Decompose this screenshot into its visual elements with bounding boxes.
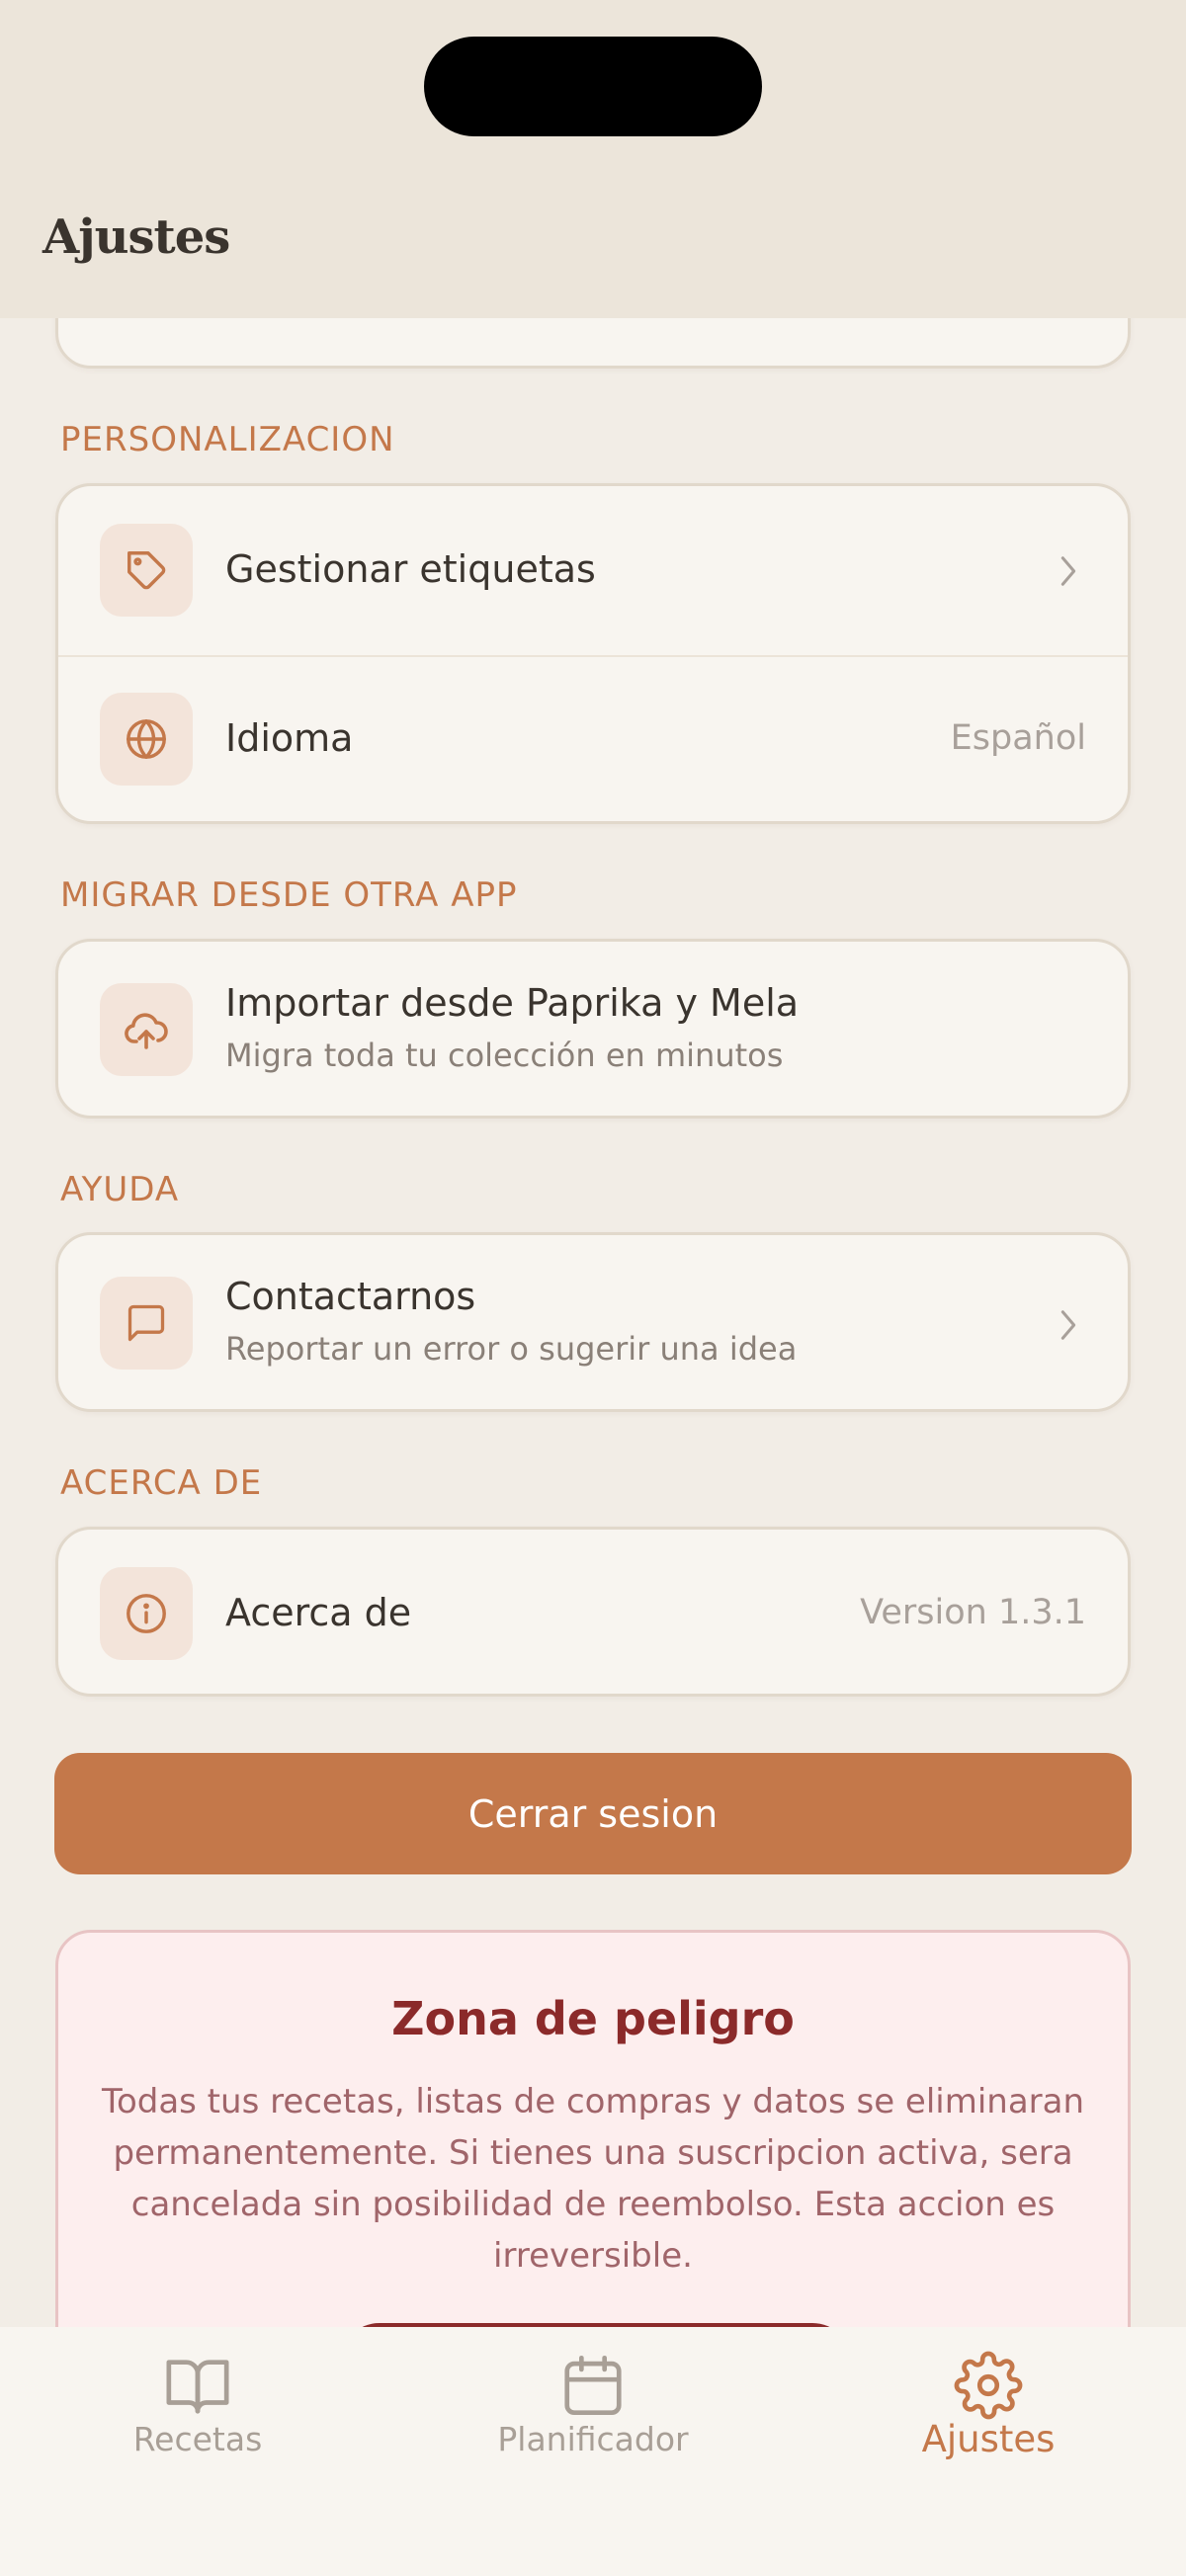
row-label: Importar desde Paprika y Mela (225, 981, 800, 1025)
row-subtitle: Migra toda tu colección en minutos (225, 1037, 784, 1074)
row-label: Contactarnos (225, 1275, 476, 1318)
cloud-upload-icon (100, 983, 193, 1076)
migrate-card: Importar desde Paprika y Mela Migra toda… (55, 939, 1131, 1119)
tab-bar: Recetas Planificador Ajustes (0, 2327, 1186, 2576)
tab-settings[interactable]: Ajustes (791, 2327, 1186, 2485)
row-label: Gestionar etiquetas (225, 547, 596, 591)
danger-zone-text: Todas tus recetas, listas de compras y d… (101, 2082, 1085, 2276)
info-icon (100, 1567, 193, 1660)
danger-zone-title: Zona de peligro (391, 1992, 795, 2045)
section-label-personalization: PERSONALIZACION (60, 420, 395, 459)
tab-planner[interactable]: Planificador (395, 2327, 791, 2485)
gear-icon (954, 2351, 1023, 2420)
row-import-paprika-mela[interactable]: Importar desde Paprika y Mela Migra toda… (58, 942, 1128, 1116)
globe-icon (100, 693, 193, 786)
section-label-migrate: MIGRAR DESDE OTRA APP (60, 875, 518, 915)
row-subtitle: Reportar un error o sugerir una idea (225, 1330, 798, 1368)
chevron-right-icon (1057, 1305, 1080, 1345)
tab-label: Ajustes (921, 2418, 1056, 2460)
row-label: Acerca de (225, 1591, 412, 1634)
dynamic-island (424, 37, 762, 136)
row-language[interactable]: Idioma Español (58, 657, 1128, 821)
tab-label: Recetas (132, 2420, 263, 2458)
book-icon (163, 2351, 232, 2420)
tag-icon (100, 524, 193, 617)
calendar-icon (558, 2351, 628, 2420)
app-header: Ajustes (0, 0, 1186, 318)
chevron-right-icon (1057, 551, 1080, 591)
tab-label: Planificador (497, 2420, 689, 2458)
message-icon (100, 1277, 193, 1370)
row-contact-us[interactable]: Contactarnos Reportar un error o sugerir… (58, 1235, 1128, 1409)
language-value: Español (950, 718, 1086, 758)
row-manage-tags[interactable]: Gestionar etiquetas (58, 486, 1128, 655)
personalization-card: Gestionar etiquetas Idioma Español (55, 483, 1131, 824)
page-title: Ajustes (42, 209, 230, 265)
logout-button[interactable]: Cerrar sesion (54, 1753, 1132, 1874)
about-card: Acerca de Version 1.3.1 (55, 1527, 1131, 1697)
row-about[interactable]: Acerca de Version 1.3.1 (58, 1530, 1128, 1694)
tab-recipes[interactable]: Recetas (0, 2327, 395, 2485)
version-value: Version 1.3.1 (860, 1593, 1086, 1632)
section-label-about: ACERCA DE (60, 1463, 263, 1503)
row-label: Idioma (225, 716, 354, 760)
help-card: Contactarnos Reportar un error o sugerir… (55, 1232, 1131, 1412)
section-label-help: AYUDA (60, 1170, 180, 1209)
